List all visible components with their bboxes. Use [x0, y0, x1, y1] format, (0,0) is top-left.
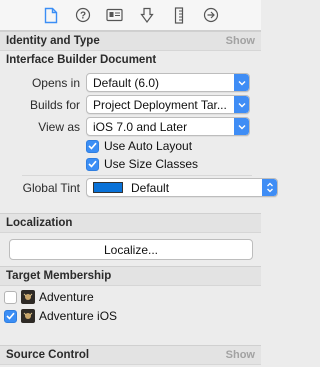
localization-header: Localization [0, 213, 261, 233]
global-tint-popup[interactable]: Default [86, 178, 278, 197]
use-size-classes-checkbox[interactable] [86, 157, 99, 171]
quick-help-icon[interactable]: ? [72, 4, 94, 26]
identity-and-type-header[interactable]: Identity and Type Show [0, 31, 261, 51]
localization-title: Localization [6, 217, 73, 229]
target-membership-title: Target Membership [6, 270, 112, 282]
opens-in-popup[interactable]: Default (6.0) [86, 73, 250, 92]
chevron-down-icon [234, 118, 249, 135]
identity-and-type-show[interactable]: Show [226, 35, 255, 47]
builds-for-popup[interactable]: Project Deployment Tar... [86, 95, 250, 114]
divider [22, 175, 252, 176]
ib-document-panel: Interface Builder Document Opens in Defa… [0, 51, 278, 208]
target-adventure-ios-label: Adventure iOS [39, 309, 118, 323]
view-as-popup[interactable]: iOS 7.0 and Later [86, 117, 250, 136]
app-icon [21, 290, 35, 304]
attributes-icon[interactable] [136, 4, 158, 26]
file-inspector-icon[interactable] [40, 4, 62, 26]
global-tint-value: Default [131, 180, 170, 195]
target-row-adventure-ios[interactable]: Adventure iOS [4, 309, 117, 323]
opens-in-value: Default (6.0) [93, 75, 160, 90]
chevron-down-icon [234, 74, 249, 91]
ib-document-title: Interface Builder Document [6, 54, 157, 66]
builds-for-label: Builds for [29, 98, 80, 112]
use-auto-layout-checkbox[interactable] [86, 139, 99, 153]
identity-and-type-title: Identity and Type [6, 35, 100, 47]
source-control-title: Source Control [6, 349, 90, 361]
inspector-toolbar: ? [0, 0, 261, 31]
global-tint-label: Global Tint [22, 181, 80, 195]
identity-icon[interactable] [104, 4, 126, 26]
connections-icon[interactable] [200, 4, 222, 26]
target-adventure-label: Adventure [39, 290, 94, 304]
opens-in-label: Opens in [31, 76, 80, 90]
view-as-label: View as [38, 120, 80, 134]
target-row-adventure[interactable]: Adventure [4, 290, 94, 304]
size-icon[interactable] [168, 4, 190, 26]
use-size-classes-row[interactable]: Use Size Classes [86, 157, 198, 171]
target-adventure-checkbox[interactable] [4, 290, 17, 304]
use-size-classes-label: Use Size Classes [104, 157, 199, 171]
localize-button[interactable]: Localize... [9, 239, 253, 260]
use-auto-layout-row[interactable]: Use Auto Layout [86, 139, 192, 153]
chevron-updown-icon [262, 179, 277, 196]
target-membership-header: Target Membership [0, 266, 261, 286]
app-icon [21, 309, 35, 323]
view-as-value: iOS 7.0 and Later [93, 119, 188, 134]
target-adventure-ios-checkbox[interactable] [4, 309, 17, 323]
source-control-show[interactable]: Show [226, 349, 255, 361]
source-control-header[interactable]: Source Control Show [0, 345, 261, 365]
global-tint-swatch [93, 182, 123, 193]
builds-for-value: Project Deployment Tar... [93, 97, 227, 112]
chevron-down-icon [234, 96, 249, 113]
svg-text:?: ? [79, 11, 85, 22]
use-auto-layout-label: Use Auto Layout [104, 139, 193, 153]
